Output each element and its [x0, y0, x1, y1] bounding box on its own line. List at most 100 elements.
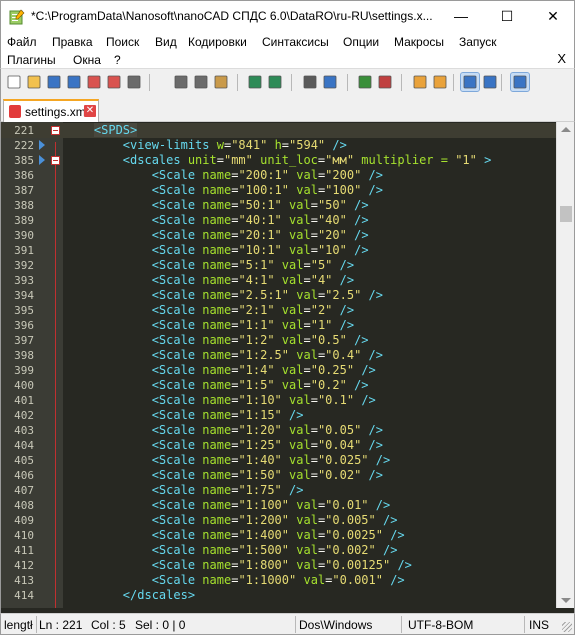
code-line[interactable]: 385 <dscales unit="mm" unit_loc="мм" mul…	[1, 153, 556, 168]
resize-grip-icon[interactable]	[562, 622, 572, 632]
menu-encoding[interactable]: Кодировки	[188, 33, 247, 51]
code-line[interactable]: 406 <Scale name="1:50" val="0.02" />	[1, 468, 556, 483]
status-bar: lengtł Ln : 221 Col : 5 Sel : 0 | 0 Dos\…	[0, 613, 575, 635]
code-line[interactable]: 411 <Scale name="1:500" val="0.002" />	[1, 543, 556, 558]
code-line[interactable]: 221 <SPDS>	[1, 123, 556, 138]
menu-help[interactable]: ?	[114, 51, 121, 69]
maximize-button[interactable]: ☐	[484, 1, 530, 31]
code-editor[interactable]: 221 <SPDS> 222 <view-limits w="841" h="59…	[0, 122, 575, 608]
open-file-icon[interactable]	[25, 73, 43, 91]
code-line[interactable]: 399 <Scale name="1:4" val="0.25" />	[1, 363, 556, 378]
code-line[interactable]: 407 <Scale name="1:75" />	[1, 483, 556, 498]
code-line[interactable]: 412 <Scale name="1:800" val="0.00125" />	[1, 558, 556, 573]
xml-tag: <Scale	[151, 333, 196, 347]
save-icon[interactable]	[45, 73, 63, 91]
close-window-button[interactable]: ✕	[530, 1, 575, 31]
code-line[interactable]: 388 <Scale name="50:1" val="50" />	[1, 198, 556, 213]
fold-minus-icon[interactable]	[51, 126, 60, 135]
code-line[interactable]: 389 <Scale name="40:1" val="40" />	[1, 213, 556, 228]
redo-icon[interactable]	[266, 73, 284, 91]
code-line[interactable]: 394 <Scale name="2.5:1" val="2.5" />	[1, 288, 556, 303]
code-line[interactable]: 391 <Scale name="10:1" val="10" />	[1, 243, 556, 258]
code-line[interactable]: 386 <Scale name="200:1" val="200" />	[1, 168, 556, 183]
toolbar-separator	[347, 74, 348, 91]
scrollbar-thumb[interactable]	[560, 206, 572, 222]
word-wrap-icon[interactable]	[460, 72, 480, 92]
sync-horizontal-icon[interactable]	[431, 73, 449, 91]
close-document-button[interactable]: X	[557, 50, 566, 68]
zoom-out-icon[interactable]	[376, 73, 394, 91]
find-icon[interactable]	[301, 73, 319, 91]
code-line[interactable]: 409 <Scale name="1:200" val="0.005" />	[1, 513, 556, 528]
close-icon[interactable]	[85, 73, 103, 91]
print-icon-glyph	[127, 75, 141, 89]
minimize-button[interactable]: —	[438, 1, 484, 31]
xml-tag-close: />	[368, 288, 383, 302]
tab-settings-xml[interactable]: settings.xml ✕	[3, 99, 99, 122]
sync-vertical-icon[interactable]	[411, 73, 429, 91]
zoom-in-icon[interactable]	[356, 73, 374, 91]
code-line[interactable]: 414 </dscales>	[1, 588, 556, 603]
cut-icon[interactable]	[172, 73, 190, 91]
line-number: 400	[14, 379, 34, 392]
menu-search[interactable]: Поиск	[106, 33, 139, 51]
xml-tag-close: />	[390, 573, 405, 587]
code-line[interactable]: 396 <Scale name="1:1" val="1" />	[1, 318, 556, 333]
scroll-up-arrow-icon[interactable]	[561, 127, 571, 132]
menu-view[interactable]: Вид	[155, 33, 177, 51]
code-line[interactable]: 413 <Scale name="1:1000" val="0.001" />	[1, 573, 556, 588]
show-all-chars-icon[interactable]	[481, 73, 499, 91]
xml-attribute-name: name	[202, 558, 232, 572]
menu-macro[interactable]: Макросы	[394, 33, 444, 51]
menu-file[interactable]: Файл	[7, 33, 37, 51]
code-line[interactable]: 395 <Scale name="2:1" val="2" />	[1, 303, 556, 318]
status-insert-mode[interactable]: INS	[529, 617, 549, 633]
toolbar	[0, 68, 575, 96]
menu-settings[interactable]: Опции	[343, 33, 379, 51]
xml-attribute-name: val	[296, 513, 318, 527]
code-line[interactable]: 387 <Scale name="100:1" val="100" />	[1, 183, 556, 198]
code-line[interactable]: 392 <Scale name="5:1" val="5" />	[1, 258, 556, 273]
new-file-icon[interactable]	[5, 73, 23, 91]
xml-attribute-value: "1:800"	[238, 558, 290, 572]
status-encoding[interactable]: UTF-8-BOM	[408, 617, 473, 633]
menu-run[interactable]: Запуск	[459, 33, 497, 51]
code-line[interactable]: 393 <Scale name="4:1" val="4" />	[1, 273, 556, 288]
menu-plugins[interactable]: Плагины	[7, 51, 56, 69]
code-line[interactable]: 408 <Scale name="1:100" val="0.01" />	[1, 498, 556, 513]
menu-window[interactable]: Окна	[73, 51, 101, 69]
copy-icon[interactable]	[192, 73, 210, 91]
line-number: 404	[14, 439, 34, 452]
status-eol[interactable]: Dos\Windows	[299, 617, 372, 633]
indent-guide-icon[interactable]	[510, 72, 530, 92]
code-line[interactable]: 400 <Scale name="1:5" val="0.2" />	[1, 378, 556, 393]
code-line[interactable]: 405 <Scale name="1:40" val="0.025" />	[1, 453, 556, 468]
fold-minus-icon[interactable]	[51, 156, 60, 165]
save-all-icon[interactable]	[65, 73, 83, 91]
scroll-down-arrow-icon[interactable]	[561, 598, 571, 603]
undo-icon[interactable]	[246, 73, 264, 91]
code-line[interactable]: 398 <Scale name="1:2.5" val="0.4" />	[1, 348, 556, 363]
paste-icon[interactable]	[212, 73, 230, 91]
code-line[interactable]: 404 <Scale name="1:25" val="0.04" />	[1, 438, 556, 453]
code-line[interactable]: 222 <view-limits w="841" h="594" />	[1, 138, 556, 153]
status-separator	[295, 616, 296, 633]
xml-attribute-name: val	[296, 168, 318, 182]
print-icon[interactable]	[125, 73, 143, 91]
code-line[interactable]: 402 <Scale name="1:15" />	[1, 408, 556, 423]
code-line[interactable]: 401 <Scale name="1:10" val="0.1" />	[1, 393, 556, 408]
status-separator	[36, 616, 37, 633]
code-line[interactable]: 397 <Scale name="1:2" val="0.5" />	[1, 333, 556, 348]
tab-close-button[interactable]: ✕	[84, 105, 96, 117]
xml-attribute-name: name	[202, 363, 232, 377]
code-line[interactable]: 410 <Scale name="1:400" val="0.0025" />	[1, 528, 556, 543]
code-line[interactable]: 390 <Scale name="20:1" val="20" />	[1, 228, 556, 243]
menu-edit[interactable]: Правка	[52, 33, 93, 51]
close-all-icon[interactable]	[105, 73, 123, 91]
code-text: <SPDS>	[65, 123, 138, 138]
vertical-scrollbar[interactable]	[556, 122, 574, 608]
replace-icon[interactable]	[321, 73, 339, 91]
code-line[interactable]: 403 <Scale name="1:20" val="0.05" />	[1, 423, 556, 438]
menu-language[interactable]: Синтаксисы	[262, 33, 329, 51]
